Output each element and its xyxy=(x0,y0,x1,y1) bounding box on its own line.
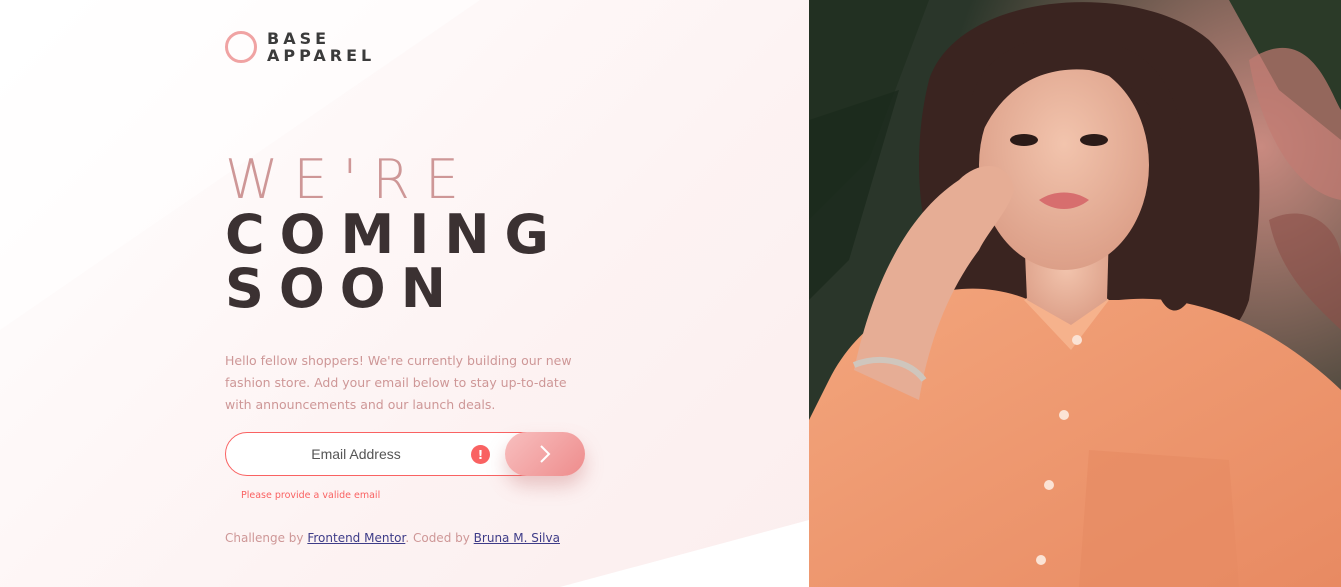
email-form: ! xyxy=(225,432,585,476)
logo-text-line2: APPAREL xyxy=(267,46,376,65)
headline-dark-line1: COMING xyxy=(225,203,564,266)
error-icon: ! xyxy=(471,445,490,464)
brand-logo[interactable]: BASE APPAREL xyxy=(225,30,375,64)
description-text: Hello fellow shoppers! We're currently b… xyxy=(225,353,572,412)
logo-text-line1: BASE xyxy=(267,29,331,48)
submit-button[interactable] xyxy=(505,432,585,476)
hero-image xyxy=(809,0,1341,587)
headline-dark-line2: SOON xyxy=(225,257,461,320)
headline-light: WE'RE xyxy=(225,148,474,211)
attribution-prefix: Challenge by xyxy=(225,531,308,545)
content-panel: BASE APPAREL WE'RE COMING SOON Hello fel… xyxy=(0,0,809,587)
chevron-right-icon xyxy=(540,445,551,463)
email-error-message: Please provide a valide email xyxy=(241,490,381,501)
email-field[interactable] xyxy=(226,433,486,475)
page-title: WE'RE COMING SOON xyxy=(225,152,564,316)
hero-photo-illustration xyxy=(809,0,1341,587)
attribution-middle: . Coded by xyxy=(405,531,474,545)
logo-ring-icon xyxy=(225,31,257,63)
attribution: Challenge by Frontend Mentor. Coded by B… xyxy=(225,531,560,545)
author-link[interactable]: Bruna M. Silva xyxy=(474,531,560,545)
frontend-mentor-link[interactable]: Frontend Mentor xyxy=(307,531,405,545)
